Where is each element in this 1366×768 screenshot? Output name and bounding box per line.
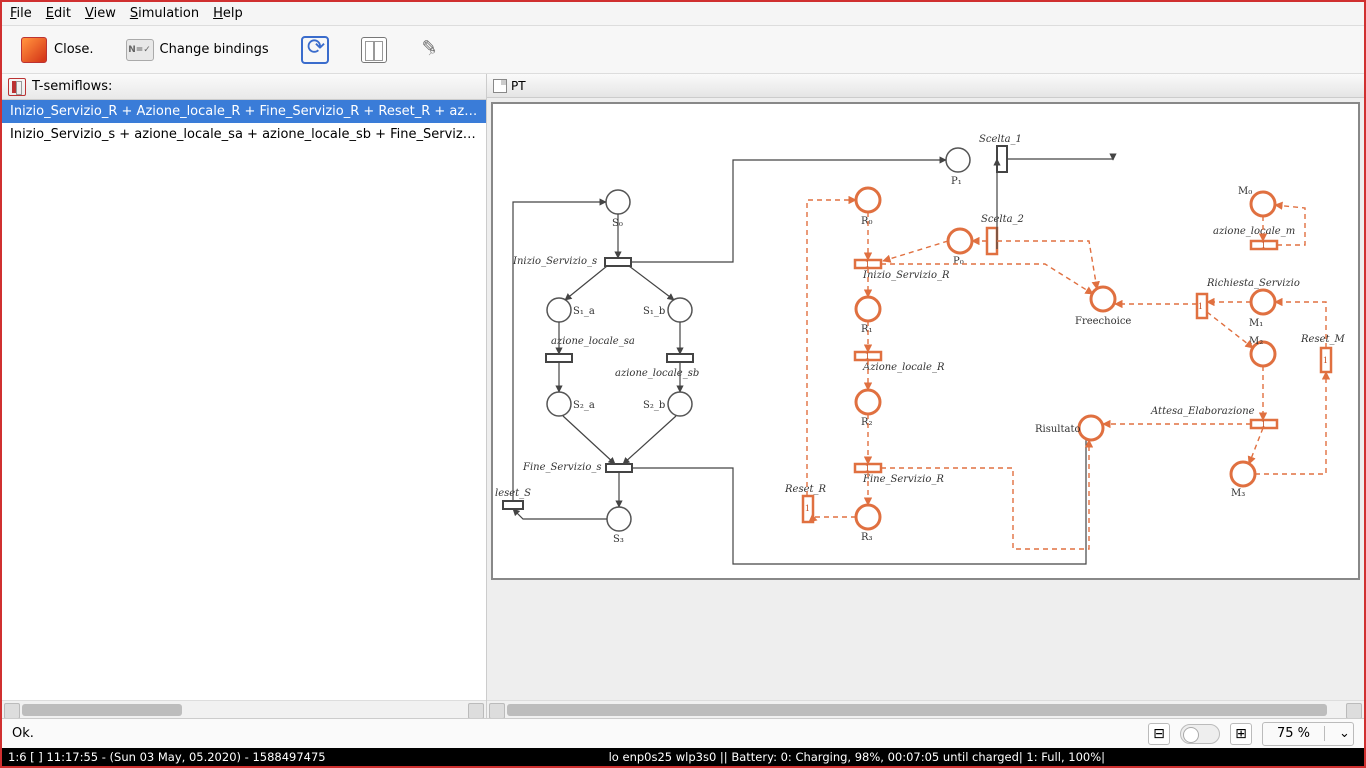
svg-text:R₀: R₀ <box>861 216 873 227</box>
svg-text:R₂: R₂ <box>861 417 873 428</box>
menu-help[interactable]: Help <box>213 6 243 21</box>
document-icon <box>493 79 507 93</box>
svg-text:Inizio_Servizio_R: Inizio_Servizio_R <box>862 270 950 281</box>
menu-simulation[interactable]: Simulation <box>130 6 199 21</box>
svg-text:Attesa_Elaborazione: Attesa_Elaborazione <box>1150 406 1255 417</box>
svg-text:M₂: M₂ <box>1249 336 1263 347</box>
menu-edit[interactable]: Edit <box>46 6 71 21</box>
svg-text:1: 1 <box>865 463 870 473</box>
svg-text:1: 1 <box>865 259 870 269</box>
svg-text:R₃: R₃ <box>861 532 873 543</box>
zoom-in-button[interactable]: ⊞ <box>1230 723 1252 745</box>
svg-text:1: 1 <box>1261 419 1266 429</box>
tools-button[interactable] <box>413 33 451 67</box>
chevron-down-icon: ⌄ <box>1324 726 1353 741</box>
tsemiflows-list: Inizio_Servizio_R + Azione_locale_R + Fi… <box>2 100 486 700</box>
svg-text:M₀: M₀ <box>1238 186 1252 197</box>
footer: Ok. ⊟ ⊞ 75 % ⌄ <box>2 718 1364 748</box>
svg-text:Richiesta_Servizio: Richiesta_Servizio <box>1206 278 1300 289</box>
zoom-toggle[interactable] <box>1180 724 1220 744</box>
refresh-button[interactable] <box>295 32 335 68</box>
tsemiflows-title: T-semiflows: <box>32 79 112 94</box>
svg-text:1: 1 <box>1198 301 1203 311</box>
list-item[interactable]: Inizio_Servizio_s + azione_locale_sa + a… <box>2 123 486 146</box>
svg-text:M₃: M₃ <box>1231 488 1245 499</box>
svg-text:Reset_R: Reset_R <box>784 484 827 495</box>
svg-text:Fine_Servizio_R: Fine_Servizio_R <box>862 474 944 485</box>
menubar: File Edit View Simulation Help <box>2 2 1364 26</box>
petri-net-canvas[interactable]: S₀ Inizio_Servizio_s S₁_a S₁_b azione_lo… <box>491 102 1360 580</box>
canvas-scrollbar[interactable] <box>487 700 1364 718</box>
svg-text:1: 1 <box>865 351 870 361</box>
menu-file[interactable]: File <box>10 6 32 21</box>
svg-text:1: 1 <box>1323 355 1328 365</box>
list-item[interactable]: Inizio_Servizio_R + Azione_locale_R + Fi… <box>2 100 486 123</box>
close-icon <box>21 37 47 63</box>
tools-icon <box>419 37 445 63</box>
system-statusbar: 1:6 [ ] 11:17:55 - (Sun 03 May, 05.2020)… <box>2 748 1364 766</box>
svg-text:M₁: M₁ <box>1249 318 1263 329</box>
svg-text:Risultato: Risultato <box>1035 424 1081 435</box>
svg-text:Freechoice: Freechoice <box>1075 316 1131 327</box>
svg-text:S₃: S₃ <box>613 534 624 545</box>
close-button[interactable]: Close. <box>14 32 100 68</box>
tsemiflows-icon <box>8 78 26 96</box>
svg-text:Scelta_1: Scelta_1 <box>979 134 1022 145</box>
svg-text:Fine_Servizio_s: Fine_Servizio_s <box>522 462 602 473</box>
svg-text:azione_locale_m: azione_locale_m <box>1213 226 1295 237</box>
statusbar-left: 1:6 [ ] 11:17:55 - (Sun 03 May, 05.2020)… <box>8 750 326 764</box>
refresh-icon <box>301 36 329 64</box>
canvas-panel: PT S₀ Inizio_Servizio_s S₁_a S₁_b az <box>487 74 1364 718</box>
svg-text:azione_locale_sb: azione_locale_sb <box>615 368 699 379</box>
change-bindings-label: Change bindings <box>160 42 269 57</box>
svg-text:Inizio_Servizio_s: Inizio_Servizio_s <box>512 256 597 267</box>
left-scrollbar[interactable] <box>2 700 486 718</box>
svg-text:1: 1 <box>805 503 810 513</box>
svg-text:P₀: P₀ <box>953 256 964 267</box>
statusbar-mid: lo enp0s25 wlp3s0 || Battery: 0: Chargin… <box>356 750 1358 764</box>
close-label: Close. <box>54 42 94 57</box>
svg-text:S₁_b: S₁_b <box>643 306 665 317</box>
status-text: Ok. <box>12 726 34 741</box>
svg-text:S₁_a: S₁_a <box>573 306 595 317</box>
menu-view[interactable]: View <box>85 6 116 21</box>
svg-text:S₂_a: S₂_a <box>573 400 595 411</box>
svg-text:S₂_b: S₂_b <box>643 400 665 411</box>
toolbar: Close. N=✓ Change bindings <box>2 26 1364 74</box>
left-panel: T-semiflows: Inizio_Servizio_R + Azione_… <box>2 74 487 718</box>
bindings-icon: N=✓ <box>126 39 154 61</box>
svg-text:R₁: R₁ <box>861 324 873 335</box>
svg-text:Azione_locale_R: Azione_locale_R <box>862 362 945 373</box>
svg-text:Reset_M: Reset_M <box>1300 334 1346 345</box>
svg-text:azione_locale_sa: azione_locale_sa <box>551 336 635 347</box>
zoom-value: 75 % <box>1263 726 1324 741</box>
zoom-select[interactable]: 75 % ⌄ <box>1262 722 1354 746</box>
canvas-title: PT <box>511 79 526 93</box>
svg-text:1: 1 <box>1261 240 1266 250</box>
pages-button[interactable] <box>355 33 393 67</box>
zoom-out-button[interactable]: ⊟ <box>1148 723 1170 745</box>
svg-text:P₁: P₁ <box>951 176 962 187</box>
pages-icon <box>361 37 387 63</box>
change-bindings-button[interactable]: N=✓ Change bindings <box>120 32 275 68</box>
svg-text:Scelta_2: Scelta_2 <box>981 214 1024 225</box>
